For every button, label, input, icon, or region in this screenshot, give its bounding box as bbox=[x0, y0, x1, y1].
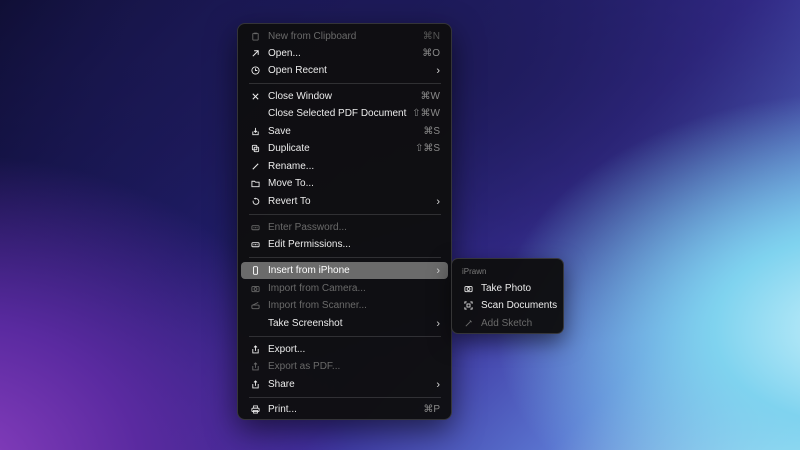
chevron-right-icon: › bbox=[436, 264, 440, 277]
iphone-icon bbox=[249, 264, 262, 277]
menu-item-label: Export... bbox=[268, 344, 306, 355]
divider bbox=[249, 214, 441, 215]
menu-item-label: Save bbox=[268, 126, 291, 137]
file-menu: New from Clipboard ⌘N Open... ⌘O Open Re… bbox=[237, 23, 452, 420]
printer-icon bbox=[249, 403, 262, 416]
menu-item-label: Insert from iPhone bbox=[268, 265, 350, 276]
menu-item-insert-from-iphone[interactable]: Insert from iPhone › bbox=[241, 262, 448, 279]
menu-item-label: Edit Permissions... bbox=[268, 239, 351, 250]
scanner-icon bbox=[249, 299, 262, 312]
chevron-right-icon: › bbox=[436, 195, 440, 208]
shortcut: ⌘O bbox=[422, 48, 440, 59]
password-icon bbox=[249, 238, 262, 251]
menu-item-new-from-clipboard[interactable]: New from Clipboard ⌘N bbox=[241, 28, 448, 45]
menu-item-enter-password[interactable]: Enter Password... bbox=[241, 219, 448, 236]
divider bbox=[249, 83, 441, 84]
menu-item-save[interactable]: Save ⌘S bbox=[241, 123, 448, 140]
menu-item-revert-to[interactable]: Revert To › bbox=[241, 193, 448, 210]
menu-item-label: Close Selected PDF Document bbox=[268, 108, 407, 119]
duplicate-icon bbox=[249, 142, 262, 155]
shortcut: ⌘N bbox=[422, 31, 440, 42]
menu-item-open-recent[interactable]: Open Recent › bbox=[241, 62, 448, 79]
menu-item-label: Open... bbox=[268, 48, 301, 59]
scan-icon bbox=[462, 299, 475, 312]
camera-icon bbox=[462, 282, 475, 295]
divider bbox=[249, 336, 441, 337]
menu-item-label: Export as PDF... bbox=[268, 361, 341, 372]
menu-item-edit-permissions[interactable]: Edit Permissions... bbox=[241, 236, 448, 253]
arrow-up-right-icon bbox=[249, 47, 262, 60]
shortcut: ⇧⌘S bbox=[414, 143, 440, 154]
clipboard-icon bbox=[249, 30, 262, 43]
menu-item-export[interactable]: Export... bbox=[241, 341, 448, 358]
menu-item-export-as-pdf[interactable]: Export as PDF... bbox=[241, 358, 448, 375]
menu-item-label: Close Window bbox=[268, 91, 332, 102]
menu-item-rename[interactable]: Rename... bbox=[241, 158, 448, 175]
menu-item-label: Revert To bbox=[268, 196, 311, 207]
menu-item-label: Duplicate bbox=[268, 143, 310, 154]
submenu-device-header: iPrawn bbox=[462, 267, 487, 276]
menu-item-label: Import from Scanner... bbox=[268, 300, 367, 311]
menu-item-print[interactable]: Print... ⌘P bbox=[241, 401, 448, 418]
menu-item-label: Import from Camera... bbox=[268, 283, 366, 294]
chevron-right-icon: › bbox=[436, 317, 440, 330]
chevron-right-icon: › bbox=[436, 64, 440, 77]
menu-item-close-window[interactable]: Close Window ⌘W bbox=[241, 88, 448, 105]
close-icon bbox=[249, 90, 262, 103]
menu-item-import-from-scanner[interactable]: Import from Scanner... bbox=[241, 297, 448, 314]
shortcut: ⌘P bbox=[423, 404, 440, 415]
folder-icon bbox=[249, 177, 262, 190]
menu-item-label: Take Screenshot bbox=[268, 318, 343, 329]
menu-item-duplicate[interactable]: Duplicate ⇧⌘S bbox=[241, 140, 448, 157]
menu-item-take-screenshot[interactable]: Take Screenshot › bbox=[241, 315, 448, 332]
submenu-item-label: Take Photo bbox=[481, 283, 532, 294]
submenu-item-add-sketch[interactable]: Add Sketch bbox=[455, 315, 561, 332]
shortcut: ⇧⌘W bbox=[412, 108, 440, 119]
chevron-right-icon: › bbox=[436, 378, 440, 391]
menu-item-open[interactable]: Open... ⌘O bbox=[241, 45, 448, 62]
sketch-icon bbox=[462, 317, 475, 330]
menu-item-label: Rename... bbox=[268, 161, 315, 172]
clock-icon bbox=[249, 64, 262, 77]
shortcut: ⌘W bbox=[420, 91, 440, 102]
menu-item-share[interactable]: Share › bbox=[241, 376, 448, 393]
menu-item-move-to[interactable]: Move To... bbox=[241, 175, 448, 192]
shortcut: ⌘S bbox=[423, 126, 440, 137]
export-icon bbox=[249, 343, 262, 356]
revert-icon bbox=[249, 195, 262, 208]
submenu-item-label: Add Sketch bbox=[481, 318, 533, 329]
menu-item-close-selected-pdf[interactable]: Close Selected PDF Document ⇧⌘W bbox=[241, 105, 448, 122]
menu-item-label: Enter Password... bbox=[268, 222, 347, 233]
menu-item-label: Move To... bbox=[268, 178, 314, 189]
insert-from-iphone-submenu: iPrawn Take Photo Scan Documents Add Ske… bbox=[451, 258, 564, 334]
menu-item-label: Print... bbox=[268, 404, 297, 415]
pencil-icon bbox=[249, 160, 262, 173]
submenu-item-take-photo[interactable]: Take Photo bbox=[455, 280, 561, 297]
password-icon bbox=[249, 221, 262, 234]
divider bbox=[249, 257, 441, 258]
share-icon bbox=[249, 378, 262, 391]
menu-item-label: New from Clipboard bbox=[268, 31, 357, 42]
menu-item-import-from-camera[interactable]: Import from Camera... bbox=[241, 280, 448, 297]
save-icon bbox=[249, 125, 262, 138]
camera-icon bbox=[249, 282, 262, 295]
menu-item-label: Share bbox=[268, 379, 295, 390]
divider bbox=[249, 397, 441, 398]
export-icon bbox=[249, 360, 262, 373]
menu-item-label: Open Recent bbox=[268, 65, 327, 76]
submenu-item-scan-documents[interactable]: Scan Documents bbox=[455, 297, 561, 314]
submenu-item-label: Scan Documents bbox=[481, 300, 558, 311]
